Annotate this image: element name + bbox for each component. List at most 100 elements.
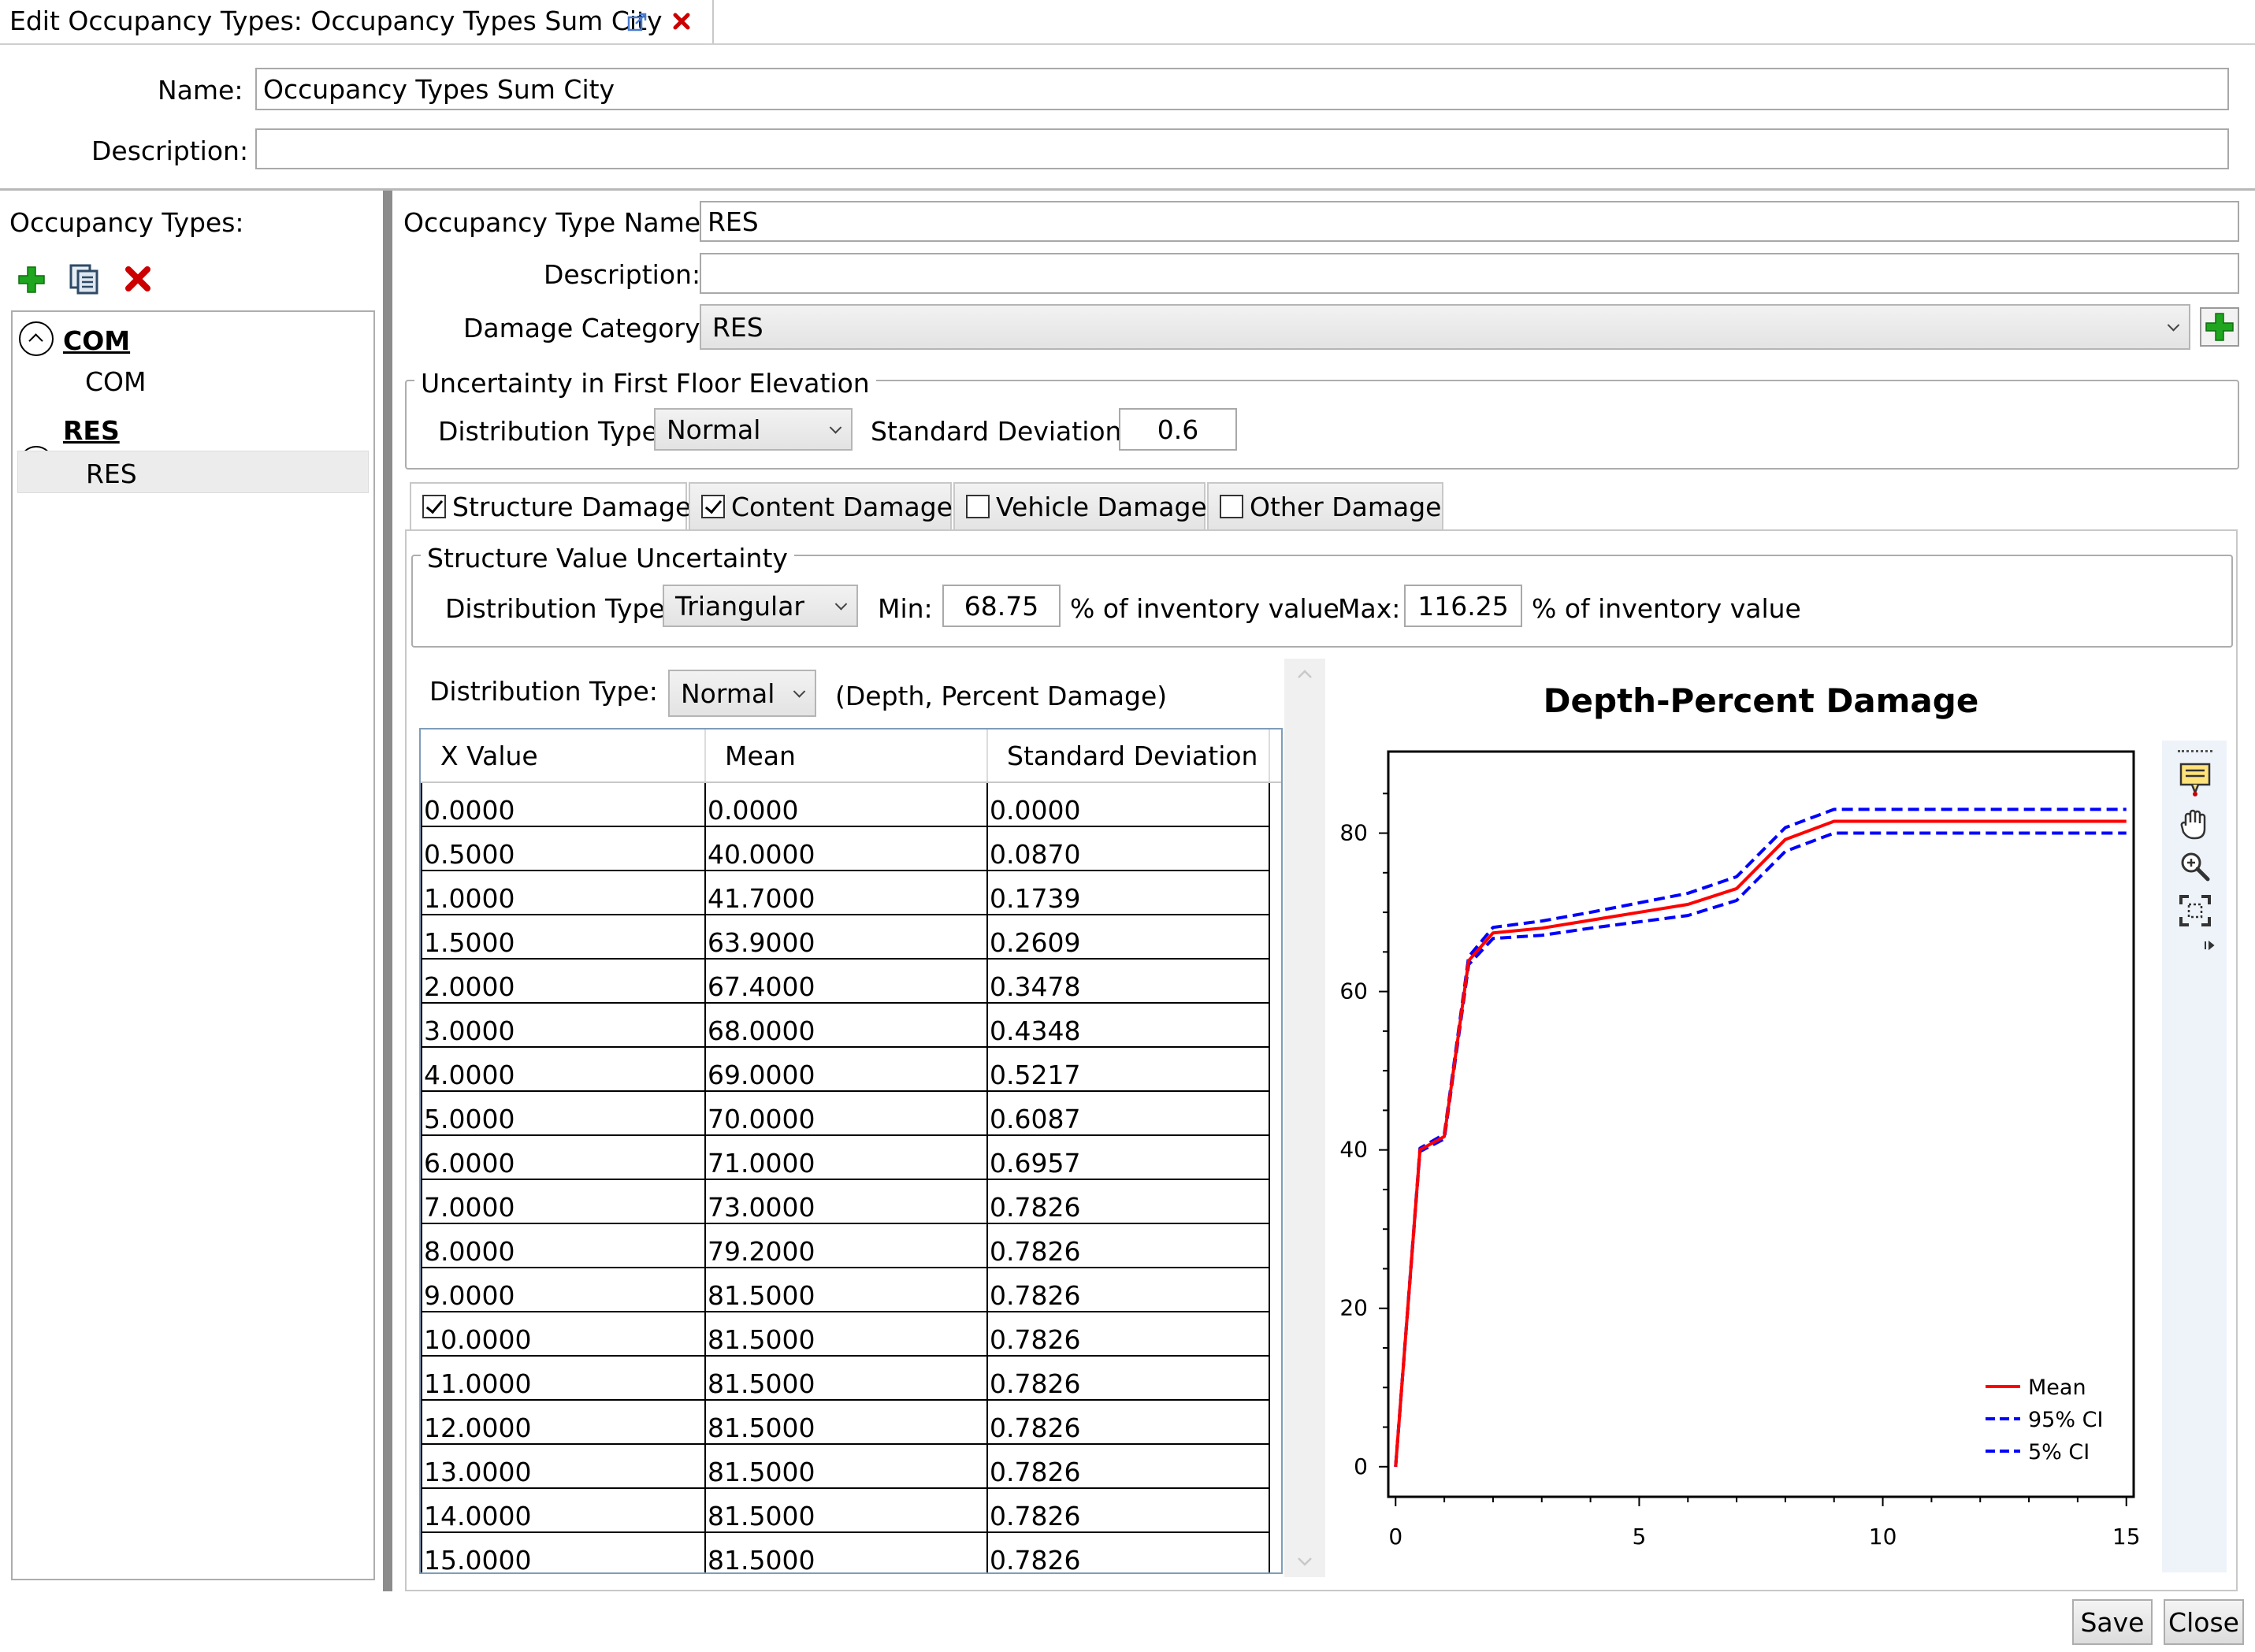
fit-extent-icon[interactable] [2178, 893, 2212, 928]
mean-cell[interactable]: 67.4000 [704, 958, 988, 1004]
other-damage-checkbox[interactable] [1220, 495, 1243, 518]
description-field[interactable] [255, 128, 2229, 169]
occ-name-field[interactable]: RES [700, 201, 2239, 242]
table-row[interactable]: 1.0000 41.7000 0.1739 [421, 870, 1281, 915]
mean-cell[interactable]: 40.0000 [704, 826, 988, 871]
table-row[interactable]: 1.5000 63.9000 0.2609 [421, 914, 1281, 960]
ffe-dist-select[interactable]: Normal [654, 408, 853, 451]
annotation-icon[interactable] [2178, 761, 2212, 797]
x-value-cell[interactable]: 5.0000 [421, 1090, 706, 1136]
content-damage-checkbox[interactable] [701, 495, 725, 518]
x-value-cell[interactable]: 2.0000 [421, 958, 706, 1004]
tab-content-damage[interactable]: Content Damage [689, 482, 953, 531]
table-row[interactable]: 13.0000 81.5000 0.7826 [421, 1443, 1281, 1489]
tab-structure-damage[interactable]: Structure Damage [410, 482, 691, 531]
std-dev-cell[interactable]: 0.7826 [986, 1531, 1270, 1572]
std-dev-cell[interactable]: 0.3478 [986, 958, 1270, 1004]
vertical-scrollbar[interactable] [1284, 659, 1325, 1577]
table-row[interactable]: 11.0000 81.5000 0.7826 [421, 1355, 1281, 1401]
ffe-std-field[interactable]: 0.6 [1119, 408, 1237, 451]
std-dev-cell[interactable]: 0.2609 [986, 914, 1270, 960]
col-std-dev[interactable]: Standard Deviation [987, 729, 1270, 783]
table-row[interactable]: 14.0000 81.5000 0.7826 [421, 1487, 1281, 1533]
mean-cell[interactable]: 81.5000 [704, 1531, 988, 1572]
close-icon[interactable] [671, 11, 692, 32]
table-row[interactable]: 10.0000 81.5000 0.7826 [421, 1311, 1281, 1357]
std-dev-cell[interactable]: 0.6957 [986, 1134, 1270, 1180]
x-value-cell[interactable]: 0.0000 [421, 781, 706, 827]
scroll-down-icon[interactable] [1294, 1554, 1316, 1569]
tab-vehicle-damage[interactable]: Vehicle Damage [953, 482, 1207, 531]
x-value-cell[interactable]: 4.0000 [421, 1046, 706, 1092]
std-dev-cell[interactable]: 0.0000 [986, 781, 1270, 827]
std-dev-cell[interactable]: 0.0870 [986, 826, 1270, 871]
x-value-cell[interactable]: 9.0000 [421, 1267, 706, 1312]
x-value-cell[interactable]: 3.0000 [421, 1002, 706, 1048]
mean-cell[interactable]: 41.7000 [704, 870, 988, 915]
mean-cell[interactable]: 81.5000 [704, 1355, 988, 1401]
x-value-cell[interactable]: 12.0000 [421, 1399, 706, 1445]
std-dev-cell[interactable]: 0.7826 [986, 1443, 1270, 1489]
mean-cell[interactable]: 79.2000 [704, 1223, 988, 1268]
std-dev-cell[interactable]: 0.1739 [986, 870, 1270, 915]
x-value-cell[interactable]: 14.0000 [421, 1487, 706, 1533]
table-row[interactable]: 7.0000 73.0000 0.7826 [421, 1179, 1281, 1224]
panel-splitter[interactable] [383, 191, 392, 1591]
x-value-cell[interactable]: 8.0000 [421, 1223, 706, 1268]
delete-icon[interactable] [123, 264, 153, 294]
table-row[interactable]: 5.0000 70.0000 0.6087 [421, 1090, 1281, 1136]
table-row[interactable]: 2.0000 67.4000 0.3478 [421, 958, 1281, 1004]
x-value-cell[interactable]: 1.5000 [421, 914, 706, 960]
std-dev-cell[interactable]: 0.4348 [986, 1002, 1270, 1048]
x-value-cell[interactable]: 13.0000 [421, 1443, 706, 1489]
toolbar-overflow-icon[interactable] [2201, 937, 2217, 953]
vehicle-damage-checkbox[interactable] [966, 495, 990, 518]
mean-cell[interactable]: 71.0000 [704, 1134, 988, 1180]
mean-cell[interactable]: 68.0000 [704, 1002, 988, 1048]
std-dev-cell[interactable]: 0.7826 [986, 1399, 1270, 1445]
mean-cell[interactable]: 81.5000 [704, 1267, 988, 1312]
occ-description-field[interactable] [700, 253, 2239, 294]
col-mean[interactable]: Mean [705, 729, 988, 783]
table-row[interactable]: 12.0000 81.5000 0.7826 [421, 1399, 1281, 1445]
tree-group-com[interactable]: COM [63, 328, 130, 354]
damcat-select[interactable]: RES [700, 304, 2190, 350]
std-dev-cell[interactable]: 0.5217 [986, 1046, 1270, 1092]
mean-cell[interactable]: 81.5000 [704, 1311, 988, 1357]
std-dev-cell[interactable]: 0.7826 [986, 1179, 1270, 1224]
col-x-value[interactable]: X Value [422, 729, 706, 783]
pan-hand-icon[interactable] [2178, 807, 2212, 841]
std-dev-cell[interactable]: 0.7826 [986, 1223, 1270, 1268]
svu-max-field[interactable]: 116.25 [1404, 585, 1522, 627]
mean-cell[interactable]: 63.9000 [704, 914, 988, 960]
plus-icon[interactable] [16, 264, 47, 295]
table-row[interactable]: 3.0000 68.0000 0.4348 [421, 1002, 1281, 1048]
tab-other-damage[interactable]: Other Damage [1207, 482, 1443, 531]
table-row[interactable]: 6.0000 71.0000 0.6957 [421, 1134, 1281, 1180]
x-value-cell[interactable]: 11.0000 [421, 1355, 706, 1401]
popout-icon[interactable] [626, 11, 648, 33]
x-value-cell[interactable]: 1.0000 [421, 870, 706, 915]
scroll-up-icon[interactable] [1294, 666, 1316, 682]
copy-icon[interactable] [68, 262, 101, 295]
std-dev-cell[interactable]: 0.6087 [986, 1090, 1270, 1136]
mean-cell[interactable]: 81.5000 [704, 1399, 988, 1445]
svu-min-field[interactable]: 68.75 [942, 585, 1061, 627]
x-value-cell[interactable]: 6.0000 [421, 1134, 706, 1180]
mean-cell[interactable]: 70.0000 [704, 1090, 988, 1136]
mean-cell[interactable]: 0.0000 [704, 781, 988, 827]
save-button[interactable]: Save [2072, 1599, 2153, 1645]
table-row[interactable]: 4.0000 69.0000 0.5217 [421, 1046, 1281, 1092]
tree-item-com[interactable]: COM [85, 369, 147, 395]
mean-cell[interactable]: 69.0000 [704, 1046, 988, 1092]
table-row[interactable]: 9.0000 81.5000 0.7826 [421, 1267, 1281, 1312]
mean-cell[interactable]: 81.5000 [704, 1487, 988, 1533]
std-dev-cell[interactable]: 0.7826 [986, 1487, 1270, 1533]
table-row[interactable]: 8.0000 79.2000 0.7826 [421, 1223, 1281, 1268]
x-value-cell[interactable]: 7.0000 [421, 1179, 706, 1224]
close-button[interactable]: Close [2164, 1599, 2244, 1645]
std-dev-cell[interactable]: 0.7826 [986, 1267, 1270, 1312]
name-field[interactable]: Occupancy Types Sum City [255, 68, 2229, 110]
mean-cell[interactable]: 81.5000 [704, 1443, 988, 1489]
svu-dist-select[interactable]: Triangular [663, 585, 858, 627]
